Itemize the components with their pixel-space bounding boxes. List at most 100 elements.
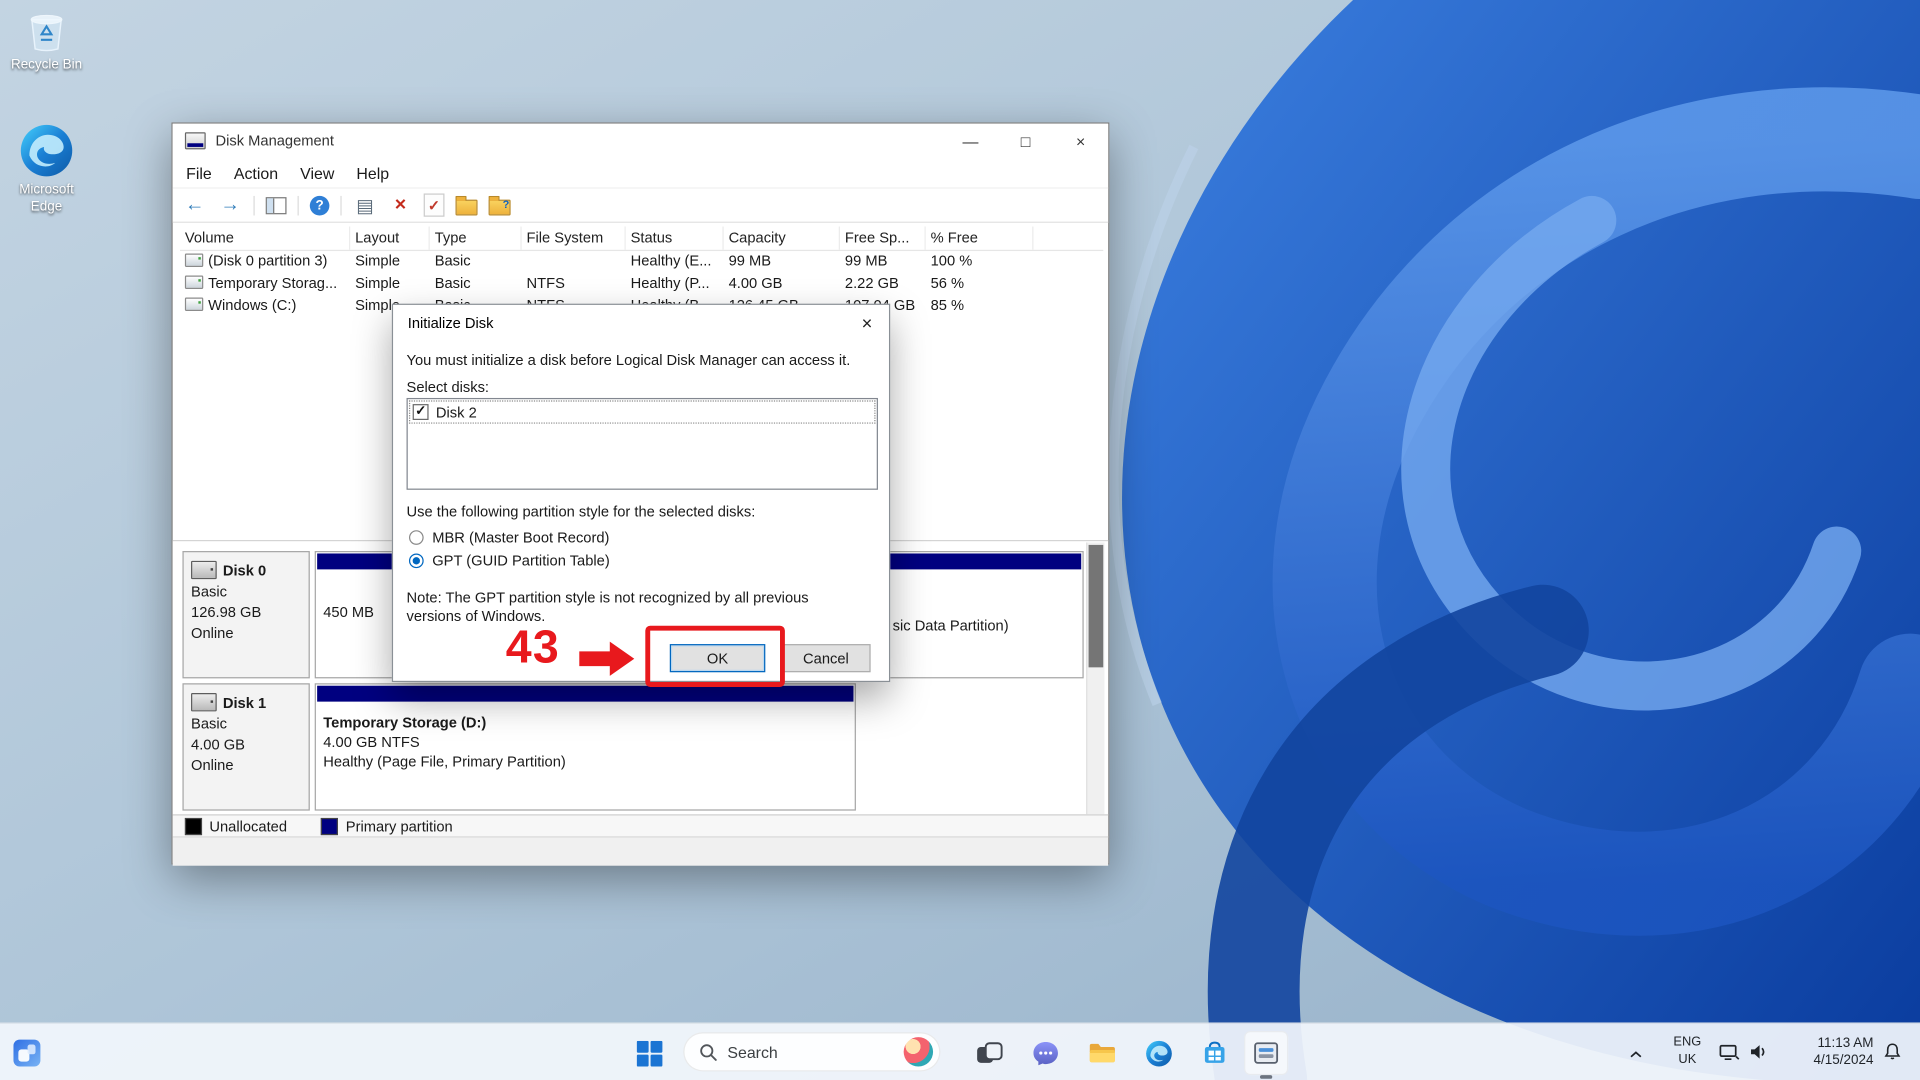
- disk2-label: Disk 2: [435, 403, 477, 421]
- mbr-option[interactable]: MBR (Master Boot Record): [408, 528, 610, 547]
- check-disk-icon[interactable]: ✓: [423, 193, 445, 217]
- partition-name: Temporary Storage (D:): [323, 713, 487, 732]
- recycle-bin-shortcut[interactable]: Recycle Bin: [2, 7, 90, 74]
- cell-free-space: 99 MB: [844, 252, 888, 270]
- cell-type: Basic: [434, 274, 471, 292]
- disk-name: Disk 0: [222, 561, 267, 579]
- network-icon[interactable]: [1719, 1043, 1740, 1065]
- menu-bar: File Action View Help: [172, 157, 1109, 188]
- notifications-icon[interactable]: [1883, 1042, 1901, 1064]
- partition-temporary-storage[interactable]: Temporary Storage (D:) 4.00 GB NTFS Heal…: [314, 683, 856, 811]
- folder-help-icon[interactable]: [488, 195, 511, 215]
- gpt-radio[interactable]: [408, 553, 424, 569]
- chat-button[interactable]: [1024, 1031, 1068, 1075]
- volume-icon[interactable]: [1749, 1043, 1769, 1064]
- column-file-system[interactable]: File System: [522, 226, 626, 250]
- start-button[interactable]: [634, 1038, 663, 1067]
- column-capacity[interactable]: Capacity: [724, 226, 840, 250]
- properties-icon[interactable]: ▤: [353, 193, 377, 217]
- edge-taskbar-icon: [1145, 1040, 1172, 1066]
- cell-layout: Simple: [355, 274, 401, 292]
- recycle-bin-label: Recycle Bin: [10, 57, 83, 73]
- disk1-panel[interactable]: Disk 1 Basic 4.00 GB Online: [182, 683, 310, 811]
- dialog-intro-text: You must initialize a disk before Logica…: [406, 351, 851, 369]
- edge-button[interactable]: [1136, 1031, 1180, 1075]
- cell-status: Healthy (E...: [630, 252, 712, 270]
- disk0-panel[interactable]: Disk 0 Basic 126.98 GB Online: [182, 551, 310, 679]
- disk-management-taskbar-button[interactable]: [1244, 1031, 1289, 1079]
- file-explorer-icon: [1089, 1043, 1115, 1063]
- column-pct-free[interactable]: % Free: [926, 226, 1034, 250]
- disk2-checkbox[interactable]: [412, 403, 429, 420]
- language-indicator[interactable]: ENG UK: [1668, 1035, 1707, 1068]
- table-row[interactable]: (Disk 0 partition 3) Simple Basic Health…: [180, 250, 1103, 272]
- dialog-title: Initialize Disk: [407, 314, 494, 332]
- task-view-button[interactable]: [967, 1031, 1011, 1075]
- cell-volume: Temporary Storag...: [208, 274, 338, 292]
- disk-management-icon: [1254, 1042, 1279, 1064]
- store-button[interactable]: [1193, 1031, 1237, 1075]
- gpt-note-text: Note: The GPT partition style is not rec…: [406, 588, 809, 625]
- cancel-button[interactable]: Cancel: [781, 644, 871, 673]
- scrollbar-thumb[interactable]: [1088, 544, 1104, 668]
- console-tree-icon[interactable]: [265, 196, 287, 214]
- forward-icon[interactable]: →: [218, 193, 242, 217]
- clock-date: 4/15/2024: [1813, 1053, 1874, 1069]
- menu-view[interactable]: View: [289, 163, 345, 181]
- volume-icon: [184, 253, 204, 267]
- column-type[interactable]: Type: [430, 226, 522, 250]
- select-disks-label: Select disks:: [406, 378, 490, 396]
- clock[interactable]: 11:13 AM 4/15/2024: [1778, 1035, 1874, 1070]
- disk-status: Online: [191, 624, 234, 642]
- column-free-space[interactable]: Free Sp...: [840, 226, 926, 250]
- search-box[interactable]: Search: [683, 1032, 941, 1072]
- minimize-button[interactable]: —: [943, 124, 998, 158]
- search-highlights-icon[interactable]: [903, 1037, 934, 1067]
- column-layout[interactable]: Layout: [350, 226, 430, 250]
- legend: Unallocated Primary partition: [172, 814, 1109, 838]
- edge-icon: [20, 124, 73, 177]
- widgets-button[interactable]: [10, 1036, 44, 1070]
- language-code: ENG: [1673, 1034, 1702, 1050]
- table-row[interactable]: Temporary Storag... Simple Basic NTFS He…: [180, 272, 1103, 294]
- gpt-option[interactable]: GPT (GUID Partition Table): [408, 552, 610, 570]
- window-titlebar[interactable]: Disk Management — □ ×: [172, 123, 1109, 158]
- column-volume[interactable]: Volume: [180, 226, 351, 250]
- cell-volume: (Disk 0 partition 3): [208, 252, 328, 270]
- partition-color-bar: [317, 685, 854, 702]
- toolbar: ← → ? ▤ × ✓: [172, 187, 1109, 223]
- disk-list-box[interactable]: Disk 2: [406, 397, 878, 490]
- menu-action[interactable]: Action: [223, 163, 289, 181]
- volume-icon: [184, 275, 204, 289]
- file-explorer-button[interactable]: [1080, 1031, 1124, 1075]
- menu-file[interactable]: File: [175, 163, 223, 181]
- delete-volume-icon[interactable]: ×: [388, 193, 412, 217]
- disk-icon: [191, 560, 217, 580]
- search-icon: [700, 1043, 717, 1061]
- cell-pct-free: 56 %: [930, 274, 965, 292]
- back-icon[interactable]: ←: [182, 193, 206, 217]
- disk-icon: [191, 693, 217, 712]
- volume-list-header: Volume Layout Type File System Status Ca…: [180, 226, 1104, 252]
- partition-size: 4.00 GB NTFS: [323, 733, 420, 751]
- scrollbar[interactable]: [1086, 542, 1105, 815]
- close-button[interactable]: ×: [1053, 124, 1108, 158]
- disk-list-item[interactable]: Disk 2: [408, 400, 876, 424]
- maximize-button[interactable]: □: [998, 124, 1053, 158]
- search-label: Search: [727, 1042, 778, 1062]
- edge-shortcut[interactable]: Microsoft Edge: [2, 122, 90, 216]
- help-icon[interactable]: ?: [309, 195, 330, 215]
- new-volume-icon[interactable]: [455, 195, 478, 215]
- unallocated-swatch: [184, 817, 203, 836]
- gpt-label: GPT (GUID Partition Table): [432, 552, 610, 570]
- hidden-icons-chevron-icon[interactable]: [1629, 1046, 1644, 1063]
- mbr-radio[interactable]: [408, 530, 424, 545]
- dialog-close-icon[interactable]: ×: [846, 306, 888, 340]
- edge-label: Microsoft Edge: [19, 182, 74, 214]
- partition-status-fragment: sic Data Partition): [892, 617, 1009, 635]
- widgets-icon: [13, 1039, 41, 1067]
- menu-help[interactable]: Help: [345, 163, 400, 181]
- column-status[interactable]: Status: [626, 226, 724, 250]
- disk-size: 126.98 GB: [191, 603, 262, 621]
- mbr-label: MBR (Master Boot Record): [432, 528, 610, 547]
